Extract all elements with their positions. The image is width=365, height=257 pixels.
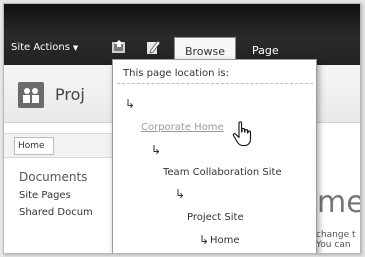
chevron-down-icon: ▼ [72,44,79,52]
location-header: This page location is: [123,68,229,79]
breadcrumb-corporate-home[interactable]: Corporate Home [141,122,224,133]
quick-launch-item-shared-documents[interactable]: Shared Docum [19,207,93,218]
body-line: You can [316,240,351,250]
body-line: change t [316,230,356,240]
hierarchy-arrow-icon: ↳ [199,233,210,247]
site-actions-label: Site Actions [11,42,70,53]
page-title: me [317,185,361,220]
sharepoint-window: Site Actions ▼ Browse Page Proj Home Docu… [3,3,361,254]
page-body-text: change t You can [316,230,356,250]
hierarchy-arrow-icon: ↳ [151,143,162,157]
site-title[interactable]: Proj [55,85,85,104]
quick-launch-item-site-pages[interactable]: Site Pages [19,190,71,201]
divider [117,83,313,84]
site-actions-menu[interactable]: Site Actions ▼ [11,40,78,56]
page-location-dropdown: This page location is: ↳ Corporate Home … [112,59,317,253]
site-logo-icon[interactable] [18,82,44,108]
navigate-up-icon[interactable] [111,39,127,55]
hierarchy-arrow-icon: ↳ [125,97,136,111]
topnav-home-tab[interactable]: Home [14,137,54,155]
top-navigation: Home [4,133,114,158]
breadcrumb-project-site[interactable]: Project Site [187,212,244,223]
breadcrumb-home[interactable]: Home [210,235,240,246]
edit-page-icon[interactable] [145,39,161,55]
breadcrumb-team-collaboration-site[interactable]: Team Collaboration Site [163,167,282,178]
ribbon: Site Actions ▼ Browse Page [4,4,360,65]
hand-cursor-icon [232,121,252,147]
hierarchy-arrow-icon: ↳ [175,187,186,201]
quick-launch-heading[interactable]: Documents [19,170,87,184]
